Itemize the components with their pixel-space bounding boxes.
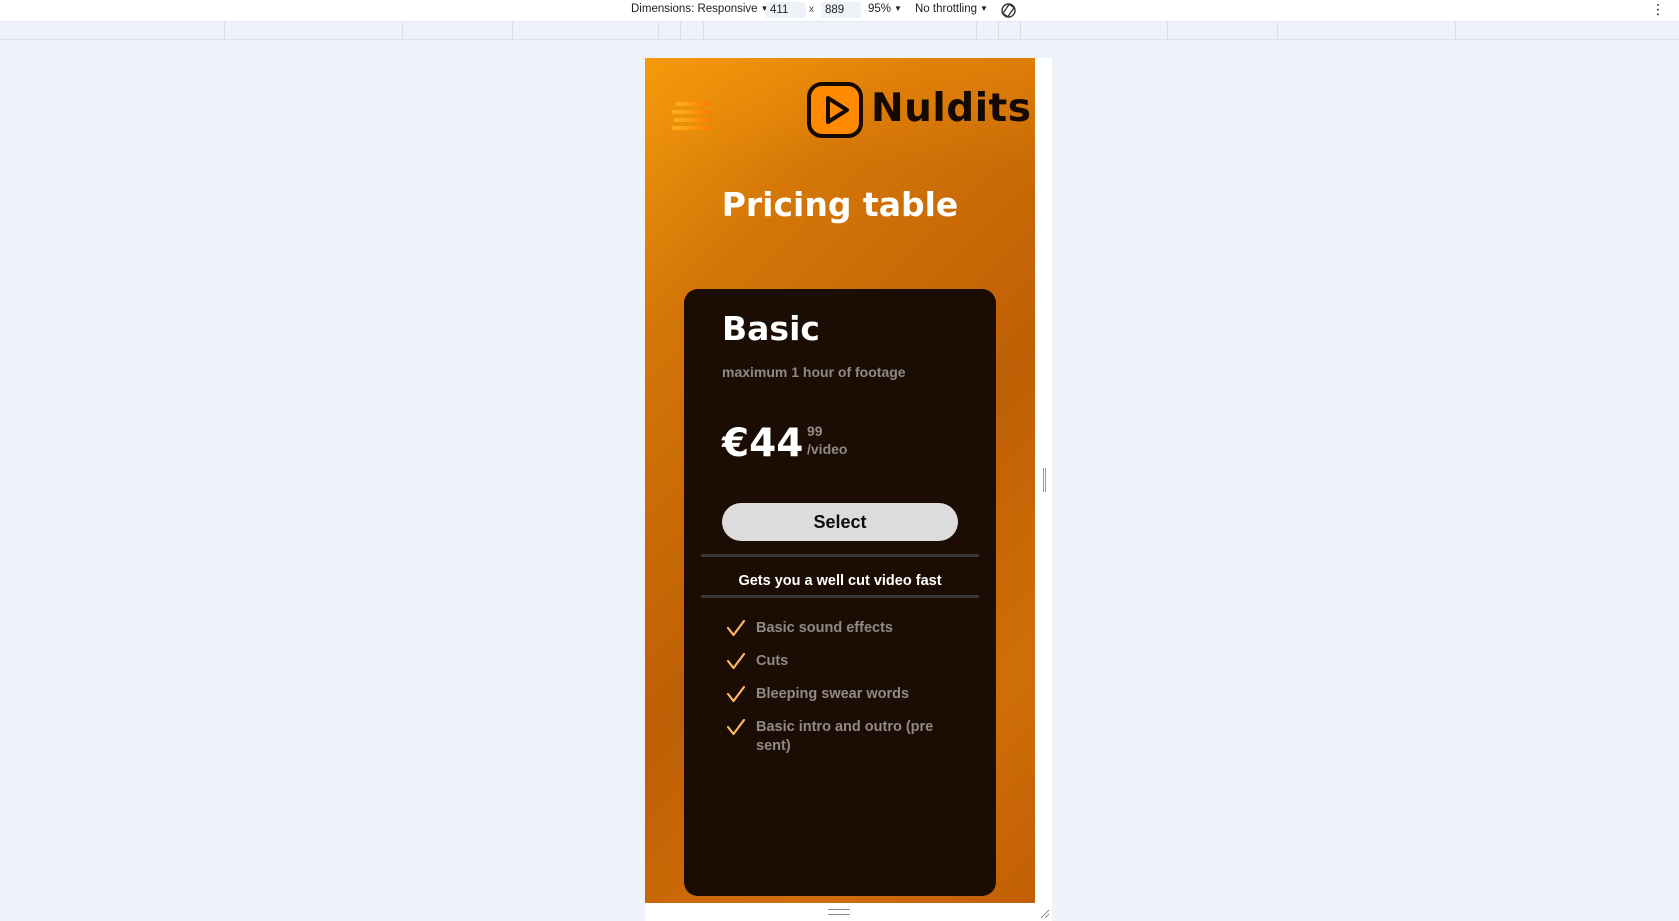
media-query-ruler[interactable] [0, 22, 1679, 40]
hamburger-menu-icon[interactable] [672, 100, 714, 130]
pricing-card: Basic maximum 1 hour of footage €44 99 /… [684, 289, 996, 896]
price-cents: 99 [807, 423, 823, 439]
check-icon [726, 619, 746, 637]
select-button[interactable]: Select [722, 503, 958, 541]
check-icon [726, 652, 746, 670]
chevron-down-icon: ▼ [980, 4, 988, 13]
more-vert-icon[interactable]: ⋮ [1651, 2, 1665, 16]
ruler-tick [1167, 22, 1168, 39]
ruler-tick [1020, 22, 1021, 39]
throttling-label: No throttling [915, 3, 978, 15]
feature-list: Basic sound effects Cuts Bleeping swear … [726, 619, 966, 770]
plan-tagline: Gets you a well cut video fast [738, 573, 942, 589]
feature-label: Bleeping swear words [756, 686, 910, 702]
ruler-tick [680, 22, 681, 39]
width-input[interactable]: 411 [766, 2, 806, 18]
divider [701, 554, 979, 557]
chevron-down-icon: ▼ [894, 4, 902, 13]
check-icon [726, 685, 746, 703]
height-input[interactable]: 889 [821, 2, 861, 18]
feature-label: Basic sound effects [756, 620, 893, 636]
resize-handle-bottom[interactable] [828, 909, 850, 915]
resize-corner-icon[interactable] [1040, 909, 1050, 919]
dimension-separator: x [809, 4, 814, 15]
divider [701, 595, 979, 598]
ruler-tick [998, 22, 999, 39]
brand-name: Nuldits [871, 86, 1032, 131]
rotate-icon[interactable] [1000, 2, 1017, 22]
ruler-tick [1277, 22, 1278, 39]
dimensions-dropdown[interactable]: Dimensions: Responsive ▼ [631, 3, 768, 15]
list-item: Basic sound effects [726, 619, 966, 638]
plan-subtitle: maximum 1 hour of footage [722, 364, 906, 380]
play-icon [807, 82, 863, 138]
list-item: Bleeping swear words [726, 685, 966, 704]
device-viewport: Nuldits Pricing table Basic maximum 1 ho… [645, 58, 1035, 903]
check-icon [726, 718, 746, 736]
price-unit: /video [807, 441, 848, 457]
ruler-tick [402, 22, 403, 39]
zoom-dropdown[interactable]: 95% ▼ [868, 3, 902, 15]
ruler-tick [658, 22, 659, 39]
feature-label: Basic intro and outro (pre sent) [756, 719, 934, 754]
list-item: Cuts [726, 652, 966, 671]
zoom-label: 95% [868, 3, 892, 15]
ruler-tick [512, 22, 513, 39]
list-item: Basic intro and outro (pre sent) [726, 718, 966, 756]
feature-label: Cuts [756, 653, 789, 669]
plan-name: Basic [722, 309, 820, 348]
resize-handle-right[interactable] [1043, 468, 1046, 492]
page-title: Pricing table [721, 185, 959, 224]
viewport-bottom-gutter [645, 903, 1052, 921]
ruler-tick [703, 22, 704, 39]
dimensions-label: Dimensions: Responsive [631, 3, 758, 15]
price-amount: €44 [722, 421, 804, 466]
ruler-tick [1455, 22, 1456, 39]
throttling-dropdown[interactable]: No throttling ▼ [915, 3, 988, 15]
devtools-device-toolbar: Dimensions: Responsive ▼ 411 x 889 95% ▼ N… [0, 0, 1679, 22]
ruler-tick [224, 22, 225, 39]
ruler-tick [976, 22, 977, 39]
